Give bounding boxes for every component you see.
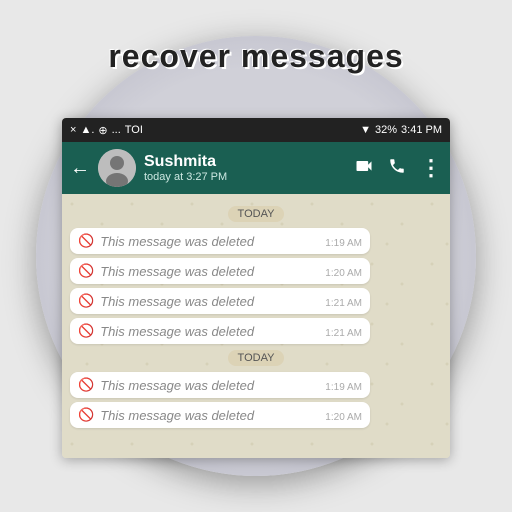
message-time: 1:20 AM <box>325 268 362 279</box>
deleted-icon: 🚫 <box>78 377 94 393</box>
close-icon: × <box>70 124 76 136</box>
message-time: 1:21 AM <box>325 328 362 339</box>
wa-header: ← Sushmita today at 3:27 PM ⋮ <box>62 142 450 194</box>
deleted-message-2: 🚫 This message was deleted 1:20 AM <box>70 258 370 284</box>
deleted-message-1: 🚫 This message was deleted 1:19 AM <box>70 228 370 254</box>
contact-status: today at 3:27 PM <box>144 171 346 183</box>
header-icons: ⋮ <box>354 155 442 181</box>
wifi-icon: ▼ <box>360 124 371 136</box>
deleted-text: This message was deleted <box>100 294 315 309</box>
notification-icon: ⊕ <box>98 124 107 137</box>
deleted-message-6: 🚫 This message was deleted 1:20 AM <box>70 402 370 428</box>
deleted-message-5: 🚫 This message was deleted 1:19 AM <box>70 372 370 398</box>
deleted-message-3: 🚫 This message was deleted 1:21 AM <box>70 288 370 314</box>
deleted-text: This message was deleted <box>100 378 315 393</box>
toi-label: TOI <box>125 124 143 136</box>
deleted-text: This message was deleted <box>100 408 315 423</box>
deleted-icon: 🚫 <box>78 263 94 279</box>
deleted-text: This message was deleted <box>100 324 315 339</box>
message-time: 1:20 AM <box>325 412 362 423</box>
status-bar: × ▲. ⊕ ... TOI ▼ 32% 3:41 PM <box>62 118 450 142</box>
contact-info[interactable]: Sushmita today at 3:27 PM <box>144 153 346 183</box>
back-button[interactable]: ← <box>70 157 90 180</box>
deleted-icon: 🚫 <box>78 293 94 309</box>
avatar <box>98 149 136 187</box>
deleted-icon: 🚫 <box>78 233 94 249</box>
deleted-icon: 🚫 <box>78 323 94 339</box>
date-badge-1: TODAY <box>70 204 442 222</box>
date-section-1: TODAY 🚫 This message was deleted 1:19 AM… <box>70 204 442 344</box>
video-call-button[interactable] <box>354 156 374 181</box>
menu-button[interactable]: ⋮ <box>420 155 442 181</box>
deleted-icon: 🚫 <box>78 407 94 423</box>
phone-screen: × ▲. ⊕ ... TOI ▼ 32% 3:41 PM ← Sushmita … <box>62 118 450 458</box>
message-time: 1:21 AM <box>325 298 362 309</box>
date-badge-2: TODAY <box>70 348 442 366</box>
message-time: 1:19 AM <box>325 238 362 249</box>
time-label: 3:41 PM <box>401 124 442 136</box>
deleted-message-4: 🚫 This message was deleted 1:21 AM <box>70 318 370 344</box>
status-bar-right: ▼ 32% 3:41 PM <box>360 124 442 136</box>
deleted-text: This message was deleted <box>100 234 315 249</box>
deleted-text: This message was deleted <box>100 264 315 279</box>
phone-call-button[interactable] <box>388 157 406 180</box>
message-time: 1:19 AM <box>325 382 362 393</box>
contact-name: Sushmita <box>144 153 346 171</box>
chat-area: TODAY 🚫 This message was deleted 1:19 AM… <box>62 194 450 458</box>
battery-label: 32% <box>375 124 397 136</box>
status-bar-left: × ▲. ⊕ ... TOI <box>70 124 143 137</box>
page-title: recover messages <box>0 38 512 75</box>
signal-icon: ▲. <box>80 124 94 136</box>
date-section-2: TODAY 🚫 This message was deleted 1:19 AM… <box>70 348 442 428</box>
more-icon: ... <box>112 124 121 136</box>
